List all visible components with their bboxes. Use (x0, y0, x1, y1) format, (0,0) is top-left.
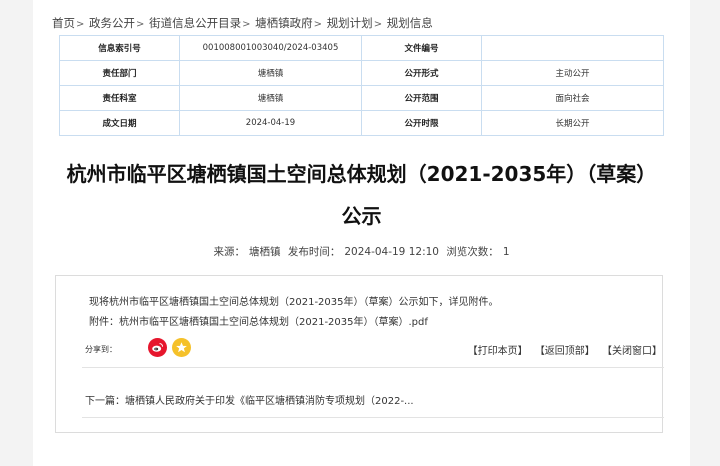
meta-label-department: 责任部门 (59, 60, 180, 86)
breadcrumb: 首页> 政务公开> 街道信息公开目录> 塘栖镇政府> 规划计划> 规划信息 (52, 15, 433, 31)
close-window-link[interactable]: 【关闭窗口】 (602, 346, 662, 357)
article-body: 现将杭州市临平区塘栖镇国土空间总体规划（2021-2035年）（草案）公示如下，… (89, 297, 499, 308)
meta-value-index: 001008001003040/2024-03405 (179, 35, 362, 61)
breadcrumb-separator: > (76, 19, 85, 30)
attachment-link[interactable]: 杭州市临平区塘栖镇国土空间总体规划（2021-2035年）（草案）.pdf (119, 317, 428, 328)
meta-value-date: 2024-04-19 (179, 110, 362, 136)
table-row: 责任部门 塘栖镇 公开形式 主动公开 (59, 60, 664, 86)
breadcrumb-separator: > (136, 19, 145, 30)
meta-label-section: 责任科室 (59, 85, 180, 111)
next-article-row: 下一篇：塘栖镇人民政府关于印发《临平区塘栖镇消防专项规划（2022-... (82, 382, 664, 418)
views-count: 1 (502, 246, 510, 258)
meta-label-publish-form: 公开形式 (361, 60, 482, 86)
source-label: 来源： (213, 246, 246, 258)
attachment-line: 附件：杭州市临平区塘栖镇国土空间总体规划（2021-2035年）（草案）.pdf (89, 313, 428, 328)
meta-label-date: 成文日期 (59, 110, 180, 136)
breadcrumb-gov-affairs[interactable]: 政务公开 (89, 16, 135, 30)
table-row: 成文日期 2024-04-19 公开时限 长期公开 (59, 110, 664, 136)
breadcrumb-home[interactable]: 首页 (52, 16, 75, 30)
attachment-label: 附件： (89, 317, 119, 328)
qzone-icon[interactable] (172, 338, 191, 357)
page-actions: 【打印本页】 【返回顶部】 【关闭窗口】 (464, 342, 662, 357)
meta-label-time-limit: 公开时限 (361, 110, 482, 136)
breadcrumb-separator: > (373, 19, 383, 30)
meta-value-department: 塘栖镇 (179, 60, 362, 86)
breadcrumb-plans[interactable]: 规划计划 (327, 16, 373, 30)
meta-label-index: 信息索引号 (59, 35, 180, 61)
page-title-line2: 公示 (341, 204, 382, 228)
source-value: 塘栖镇 (249, 246, 281, 258)
meta-value-doc-number (481, 35, 664, 61)
breadcrumb-tangqi-gov[interactable]: 塘栖镇政府 (255, 16, 313, 30)
back-to-top-link[interactable]: 【返回顶部】 (535, 346, 595, 357)
print-page-link[interactable]: 【打印本页】 (468, 346, 528, 357)
next-article-link[interactable]: 塘栖镇人民政府关于印发《临平区塘栖镇消防专项规划（2022-... (125, 396, 414, 407)
meta-value-publish-form: 主动公开 (481, 60, 664, 86)
publish-value: 2024-04-19 12:10 (344, 246, 439, 258)
table-row: 信息索引号 001008001003040/2024-03405 文件编号 (59, 35, 664, 61)
meta-value-section: 塘栖镇 (179, 85, 362, 111)
breadcrumb-separator: > (242, 19, 251, 30)
publish-label: 发布时间： (287, 246, 341, 258)
share-bar: 分享到： 【打印本页】 【返回顶部】 【关闭窗口】 (82, 336, 664, 368)
article-meta-line: 来源： 塘栖镇 发布时间： 2024-04-19 12:10 浏览次数： 1 (33, 244, 690, 259)
meta-value-scope: 面向社会 (481, 85, 664, 111)
weibo-icon[interactable] (148, 338, 167, 357)
breadcrumb-street-directory[interactable]: 街道信息公开目录 (149, 16, 241, 30)
table-row: 责任科室 塘栖镇 公开范围 面向社会 (59, 85, 664, 111)
breadcrumb-separator: > (313, 19, 323, 30)
share-label: 分享到： (85, 345, 117, 354)
meta-label-scope: 公开范围 (361, 85, 482, 111)
views-label: 浏览次数： (446, 246, 499, 258)
meta-value-time-limit: 长期公开 (481, 110, 664, 136)
meta-label-doc-number: 文件编号 (361, 35, 482, 61)
next-article-label: 下一篇： (85, 396, 125, 407)
page-container: 首页> 政务公开> 街道信息公开目录> 塘栖镇政府> 规划计划> 规划信息 信息… (33, 0, 690, 466)
page-title: 杭州市临平区塘栖镇国土空间总体规划（2021-2035年）（草案） (66, 162, 657, 186)
article-content-box: 现将杭州市临平区塘栖镇国土空间总体规划（2021-2035年）（草案）公示如下，… (55, 275, 664, 433)
breadcrumb-plan-info[interactable]: 规划信息 (387, 16, 433, 30)
next-article: 下一篇：塘栖镇人民政府关于印发《临平区塘栖镇消防专项规划（2022-... (85, 392, 414, 407)
info-meta-table: 信息索引号 001008001003040/2024-03405 文件编号 责任… (59, 35, 664, 136)
